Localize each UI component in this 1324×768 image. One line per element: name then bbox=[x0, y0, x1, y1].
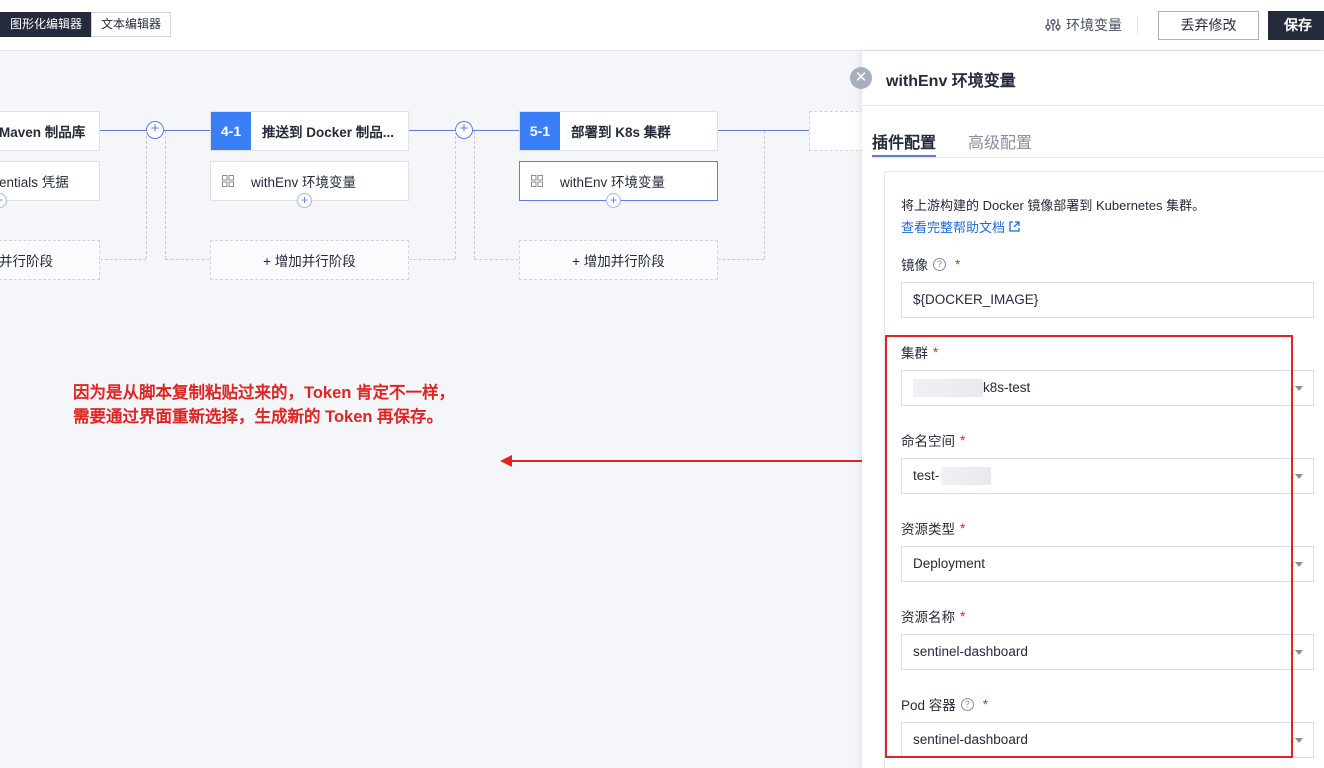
add-job-button[interactable]: + bbox=[606, 193, 621, 208]
discard-changes-button[interactable]: 丢弃修改 bbox=[1158, 11, 1259, 40]
highlight-box bbox=[885, 335, 1293, 758]
annotation-arrow bbox=[510, 460, 870, 462]
tab-graphical-editor[interactable]: 图形化编辑器 bbox=[0, 12, 93, 37]
stage-number: 5-1 bbox=[520, 112, 560, 150]
branch-line bbox=[165, 259, 210, 260]
env-variables-label: 环境变量 bbox=[1066, 17, 1122, 33]
help-link-label: 查看完整帮助文档 bbox=[901, 220, 1006, 235]
branch-line bbox=[100, 259, 146, 260]
branch-line bbox=[146, 131, 147, 259]
image-input[interactable]: ${DOCKER_IMAGE} bbox=[901, 282, 1314, 318]
next-stage-placeholder[interactable] bbox=[809, 111, 862, 151]
job-label: withEnv 环境变量 bbox=[251, 175, 357, 190]
toolbar-divider bbox=[1137, 16, 1138, 34]
tab-advanced-config[interactable]: 高级配置 bbox=[968, 129, 1032, 153]
branch-line bbox=[474, 131, 475, 259]
stage-card-maven[interactable]: Maven 制品库 bbox=[0, 111, 100, 151]
grid-icon bbox=[222, 175, 234, 187]
chevron-down-icon bbox=[1295, 650, 1303, 655]
top-toolbar: 图形化编辑器 文本编辑器 环境变量 丢弃修改 保存 bbox=[0, 0, 1324, 51]
annotation-note: 因为是从脚本复制粘贴过来的，Token 肯定不一样， 需要通过界面重新选择，生成… bbox=[73, 381, 455, 429]
annotation-line-1: 因为是从脚本复制粘贴过来的，Token 肯定不一样， bbox=[73, 384, 455, 402]
grid-icon bbox=[531, 175, 543, 187]
stage-name: 推送到 Docker 制品... bbox=[262, 125, 395, 140]
parallel-label: + 增加并行阶段 bbox=[572, 254, 665, 269]
chevron-down-icon bbox=[1295, 474, 1303, 479]
job-card-credentials[interactable]: entials 凭据 bbox=[0, 161, 100, 201]
required-mark: * bbox=[955, 256, 961, 272]
parallel-label: + 增加并行阶段 bbox=[263, 254, 356, 269]
branch-line bbox=[718, 259, 764, 260]
parallel-label: 并行阶段 bbox=[0, 254, 53, 269]
close-icon[interactable]: ✕ bbox=[850, 67, 872, 89]
tab-text-editor[interactable]: 文本编辑器 bbox=[91, 12, 172, 37]
add-parallel-stage-button[interactable]: 并行阶段 bbox=[0, 240, 100, 280]
branch-line bbox=[764, 131, 765, 259]
help-doc-link[interactable]: 查看完整帮助文档 bbox=[901, 217, 1020, 236]
help-icon[interactable]: ? bbox=[933, 257, 946, 271]
tab-plugin-config[interactable]: 插件配置 bbox=[872, 129, 936, 153]
divider bbox=[872, 157, 1324, 158]
plugin-description: 将上游构建的 Docker 镜像部署到 Kubernetes 集群。 bbox=[901, 198, 1206, 213]
save-button[interactable]: 保存 bbox=[1268, 11, 1324, 40]
arrow-head-icon bbox=[500, 455, 512, 467]
stage-card-k8s[interactable]: 5-1 部署到 K8s 集群 bbox=[519, 111, 718, 151]
job-label: entials 凭据 bbox=[0, 175, 69, 190]
stage-name: Maven 制品库 bbox=[0, 125, 86, 140]
sliders-icon bbox=[1045, 19, 1061, 31]
add-stage-button[interactable]: + bbox=[146, 121, 164, 139]
image-label-text: 镜像 bbox=[901, 258, 928, 273]
branch-line bbox=[409, 259, 455, 260]
branch-line bbox=[165, 131, 166, 259]
env-variables-button[interactable]: 环境变量 bbox=[1045, 15, 1122, 35]
add-stage-button[interactable]: + bbox=[455, 121, 473, 139]
add-parallel-stage-button[interactable]: + 增加并行阶段 bbox=[519, 240, 718, 280]
chevron-down-icon bbox=[1295, 386, 1303, 391]
chevron-down-icon bbox=[1295, 738, 1303, 743]
stage-card-docker[interactable]: 4-1 推送到 Docker 制品... bbox=[210, 111, 409, 151]
annotation-line-2: 需要通过界面重新选择，生成新的 Token 再保存。 bbox=[73, 408, 444, 426]
add-parallel-stage-button[interactable]: + 增加并行阶段 bbox=[210, 240, 409, 280]
panel-title: withEnv 环境变量 bbox=[886, 73, 1016, 90]
stage-name: 部署到 K8s 集群 bbox=[571, 125, 671, 140]
stage-number: 4-1 bbox=[211, 112, 251, 150]
external-link-icon bbox=[1009, 221, 1020, 232]
divider bbox=[862, 105, 1324, 106]
branch-line bbox=[455, 131, 456, 259]
chevron-down-icon bbox=[1295, 562, 1303, 567]
image-label: 镜像 ? * bbox=[901, 254, 960, 274]
branch-line bbox=[474, 259, 519, 260]
add-job-button[interactable]: + bbox=[297, 193, 312, 208]
job-label: withEnv 环境变量 bbox=[560, 175, 666, 190]
